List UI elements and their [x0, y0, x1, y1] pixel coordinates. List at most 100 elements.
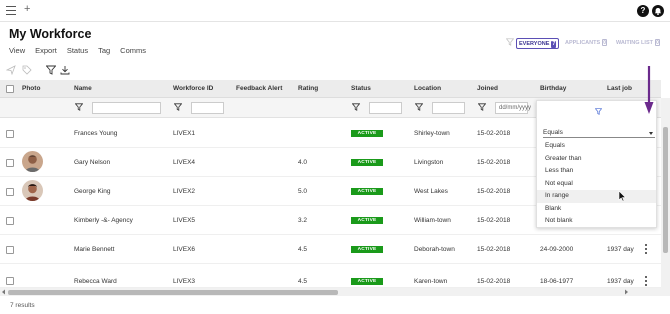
grid-header: Photo Name Workforce ID Feedback Alert R…: [0, 80, 661, 98]
page-title: My Workforce: [9, 27, 92, 41]
cell-rating: 3.2: [298, 217, 308, 224]
menu-tag[interactable]: Tag: [98, 46, 110, 55]
column-birthday[interactable]: Birthday: [540, 80, 566, 97]
filter-condition-popup: Equals Equals Greater than Less than Not…: [536, 100, 657, 228]
menu-view[interactable]: View: [9, 46, 25, 55]
id-filter-input[interactable]: [191, 102, 224, 114]
avatar: [22, 180, 43, 201]
column-workforce-id[interactable]: Workforce ID: [173, 80, 213, 97]
option-blank[interactable]: Blank: [537, 203, 656, 216]
tag-icon[interactable]: [22, 65, 32, 77]
location-filter-input[interactable]: [432, 102, 465, 114]
joined-filter-placeholder: dd/mm/yyyy: [499, 105, 532, 111]
cell-rating: 5.0: [298, 188, 308, 195]
tab-applicants[interactable]: APPLICANTS 0: [563, 38, 609, 49]
cell-workforce-id: LIVEX6: [173, 246, 196, 253]
status-badge: ACTIVE: [351, 217, 383, 224]
filter-icon[interactable]: [45, 65, 57, 77]
row-checkbox[interactable]: [6, 130, 14, 138]
scroll-left-icon[interactable]: [1, 289, 6, 295]
column-joined[interactable]: Joined: [477, 80, 498, 97]
vertical-scrollbar[interactable]: [661, 98, 670, 288]
tab-everyone-count: 7: [551, 41, 557, 48]
status-badge: ACTIVE: [351, 246, 383, 253]
tab-waiting-list-count: 0: [654, 39, 660, 46]
cell-name[interactable]: Frances Young: [74, 119, 117, 148]
cell-last-job: 1937 day: [607, 246, 634, 253]
option-equals[interactable]: Equals: [537, 140, 656, 153]
row-checkbox[interactable]: [6, 217, 14, 225]
table-row[interactable]: Marie Bennett LIVEX6 4.5 ACTIVE Deborah-…: [0, 235, 661, 264]
row-checkbox[interactable]: [6, 188, 14, 196]
popup-filter-icon: [594, 108, 603, 117]
column-location[interactable]: Location: [414, 80, 441, 97]
select-all-checkbox[interactable]: [6, 85, 14, 93]
horizontal-scrollbar[interactable]: [0, 288, 670, 296]
scroll-right-icon[interactable]: [624, 289, 629, 295]
column-status[interactable]: Status: [351, 80, 371, 97]
name-filter-input[interactable]: [92, 102, 161, 114]
filter-condition-select[interactable]: Equals: [543, 128, 655, 138]
avatar: [22, 151, 43, 172]
cell-name[interactable]: Kimberly -&- Agency: [74, 206, 133, 235]
cell-birthday: 24-09-2000: [540, 246, 574, 253]
cell-location: West Lakes: [414, 188, 448, 195]
column-rating[interactable]: Rating: [298, 80, 318, 97]
menu-status[interactable]: Status: [67, 46, 88, 55]
option-not-equal[interactable]: Not equal: [537, 178, 656, 191]
option-in-range[interactable]: In range: [537, 190, 656, 203]
tab-applicants-label: APPLICANTS: [565, 40, 601, 46]
status-filter-input[interactable]: [369, 102, 402, 114]
top-bar: + ?: [0, 0, 670, 22]
cell-name[interactable]: George King: [74, 177, 111, 206]
status-badge: ACTIVE: [351, 188, 383, 195]
tab-everyone[interactable]: EVERYONE 7: [516, 38, 560, 49]
tab-waiting-list[interactable]: WAITING LIST 0: [614, 38, 662, 49]
send-icon[interactable]: [5, 65, 16, 77]
id-filter-icon[interactable]: [173, 103, 183, 113]
cell-location: William-town: [414, 217, 451, 224]
tab-everyone-label: EVERYONE: [519, 41, 550, 47]
menu-comms[interactable]: Comms: [120, 46, 146, 55]
row-menu-icon[interactable]: [645, 244, 648, 255]
chevron-down-icon: [649, 132, 653, 135]
cell-name[interactable]: Gary Nelson: [74, 148, 110, 177]
table-row[interactable]: Rebecca Ward LIVEX3 4.5 ACTIVE Karen-tow…: [0, 264, 661, 288]
hamburger-menu-icon[interactable]: [6, 6, 16, 15]
cell-rating: 4.0: [298, 159, 308, 166]
cell-rating: 4.5: [298, 246, 308, 253]
download-icon[interactable]: [60, 65, 70, 77]
location-filter-icon[interactable]: [414, 103, 424, 113]
cell-location: Shirley-town: [414, 130, 450, 137]
row-checkbox[interactable]: [6, 277, 14, 285]
row-checkbox[interactable]: [6, 159, 14, 167]
vertical-scroll-thumb[interactable]: [663, 127, 668, 253]
row-checkbox[interactable]: [6, 246, 14, 254]
option-not-blank[interactable]: Not blank: [537, 215, 656, 228]
status-badge: ACTIVE: [351, 278, 383, 285]
row-menu-icon[interactable]: [645, 276, 648, 287]
joined-filter-icon[interactable]: [477, 103, 487, 113]
column-name[interactable]: Name: [74, 80, 92, 97]
notifications-bell-icon[interactable]: [652, 5, 664, 17]
menu-export[interactable]: Export: [35, 46, 57, 55]
cell-location: Deborah-town: [414, 246, 455, 253]
add-icon[interactable]: +: [24, 3, 30, 15]
column-last-job[interactable]: Last job: [607, 80, 632, 97]
name-filter-icon[interactable]: [74, 103, 84, 113]
cell-workforce-id: LIVEX2: [173, 188, 196, 195]
action-menu: View Export Status Tag Comms: [9, 46, 146, 55]
column-photo[interactable]: Photo: [22, 80, 40, 97]
column-feedback-alert[interactable]: Feedback Alert: [236, 80, 282, 97]
annotation-arrow-icon: [644, 66, 654, 114]
cell-name[interactable]: Marie Bennett: [74, 235, 114, 264]
horizontal-scroll-thumb[interactable]: [8, 290, 338, 295]
mode-filter-icon: [505, 38, 515, 48]
option-less-than[interactable]: Less than: [537, 165, 656, 178]
joined-filter-input[interactable]: dd/mm/yyyy: [495, 102, 532, 114]
option-greater-than[interactable]: Greater than: [537, 153, 656, 166]
help-button[interactable]: ?: [637, 5, 649, 17]
filter-condition-selected: Equals: [543, 129, 563, 136]
toolbar: [0, 62, 670, 78]
status-filter-icon[interactable]: [351, 103, 361, 113]
